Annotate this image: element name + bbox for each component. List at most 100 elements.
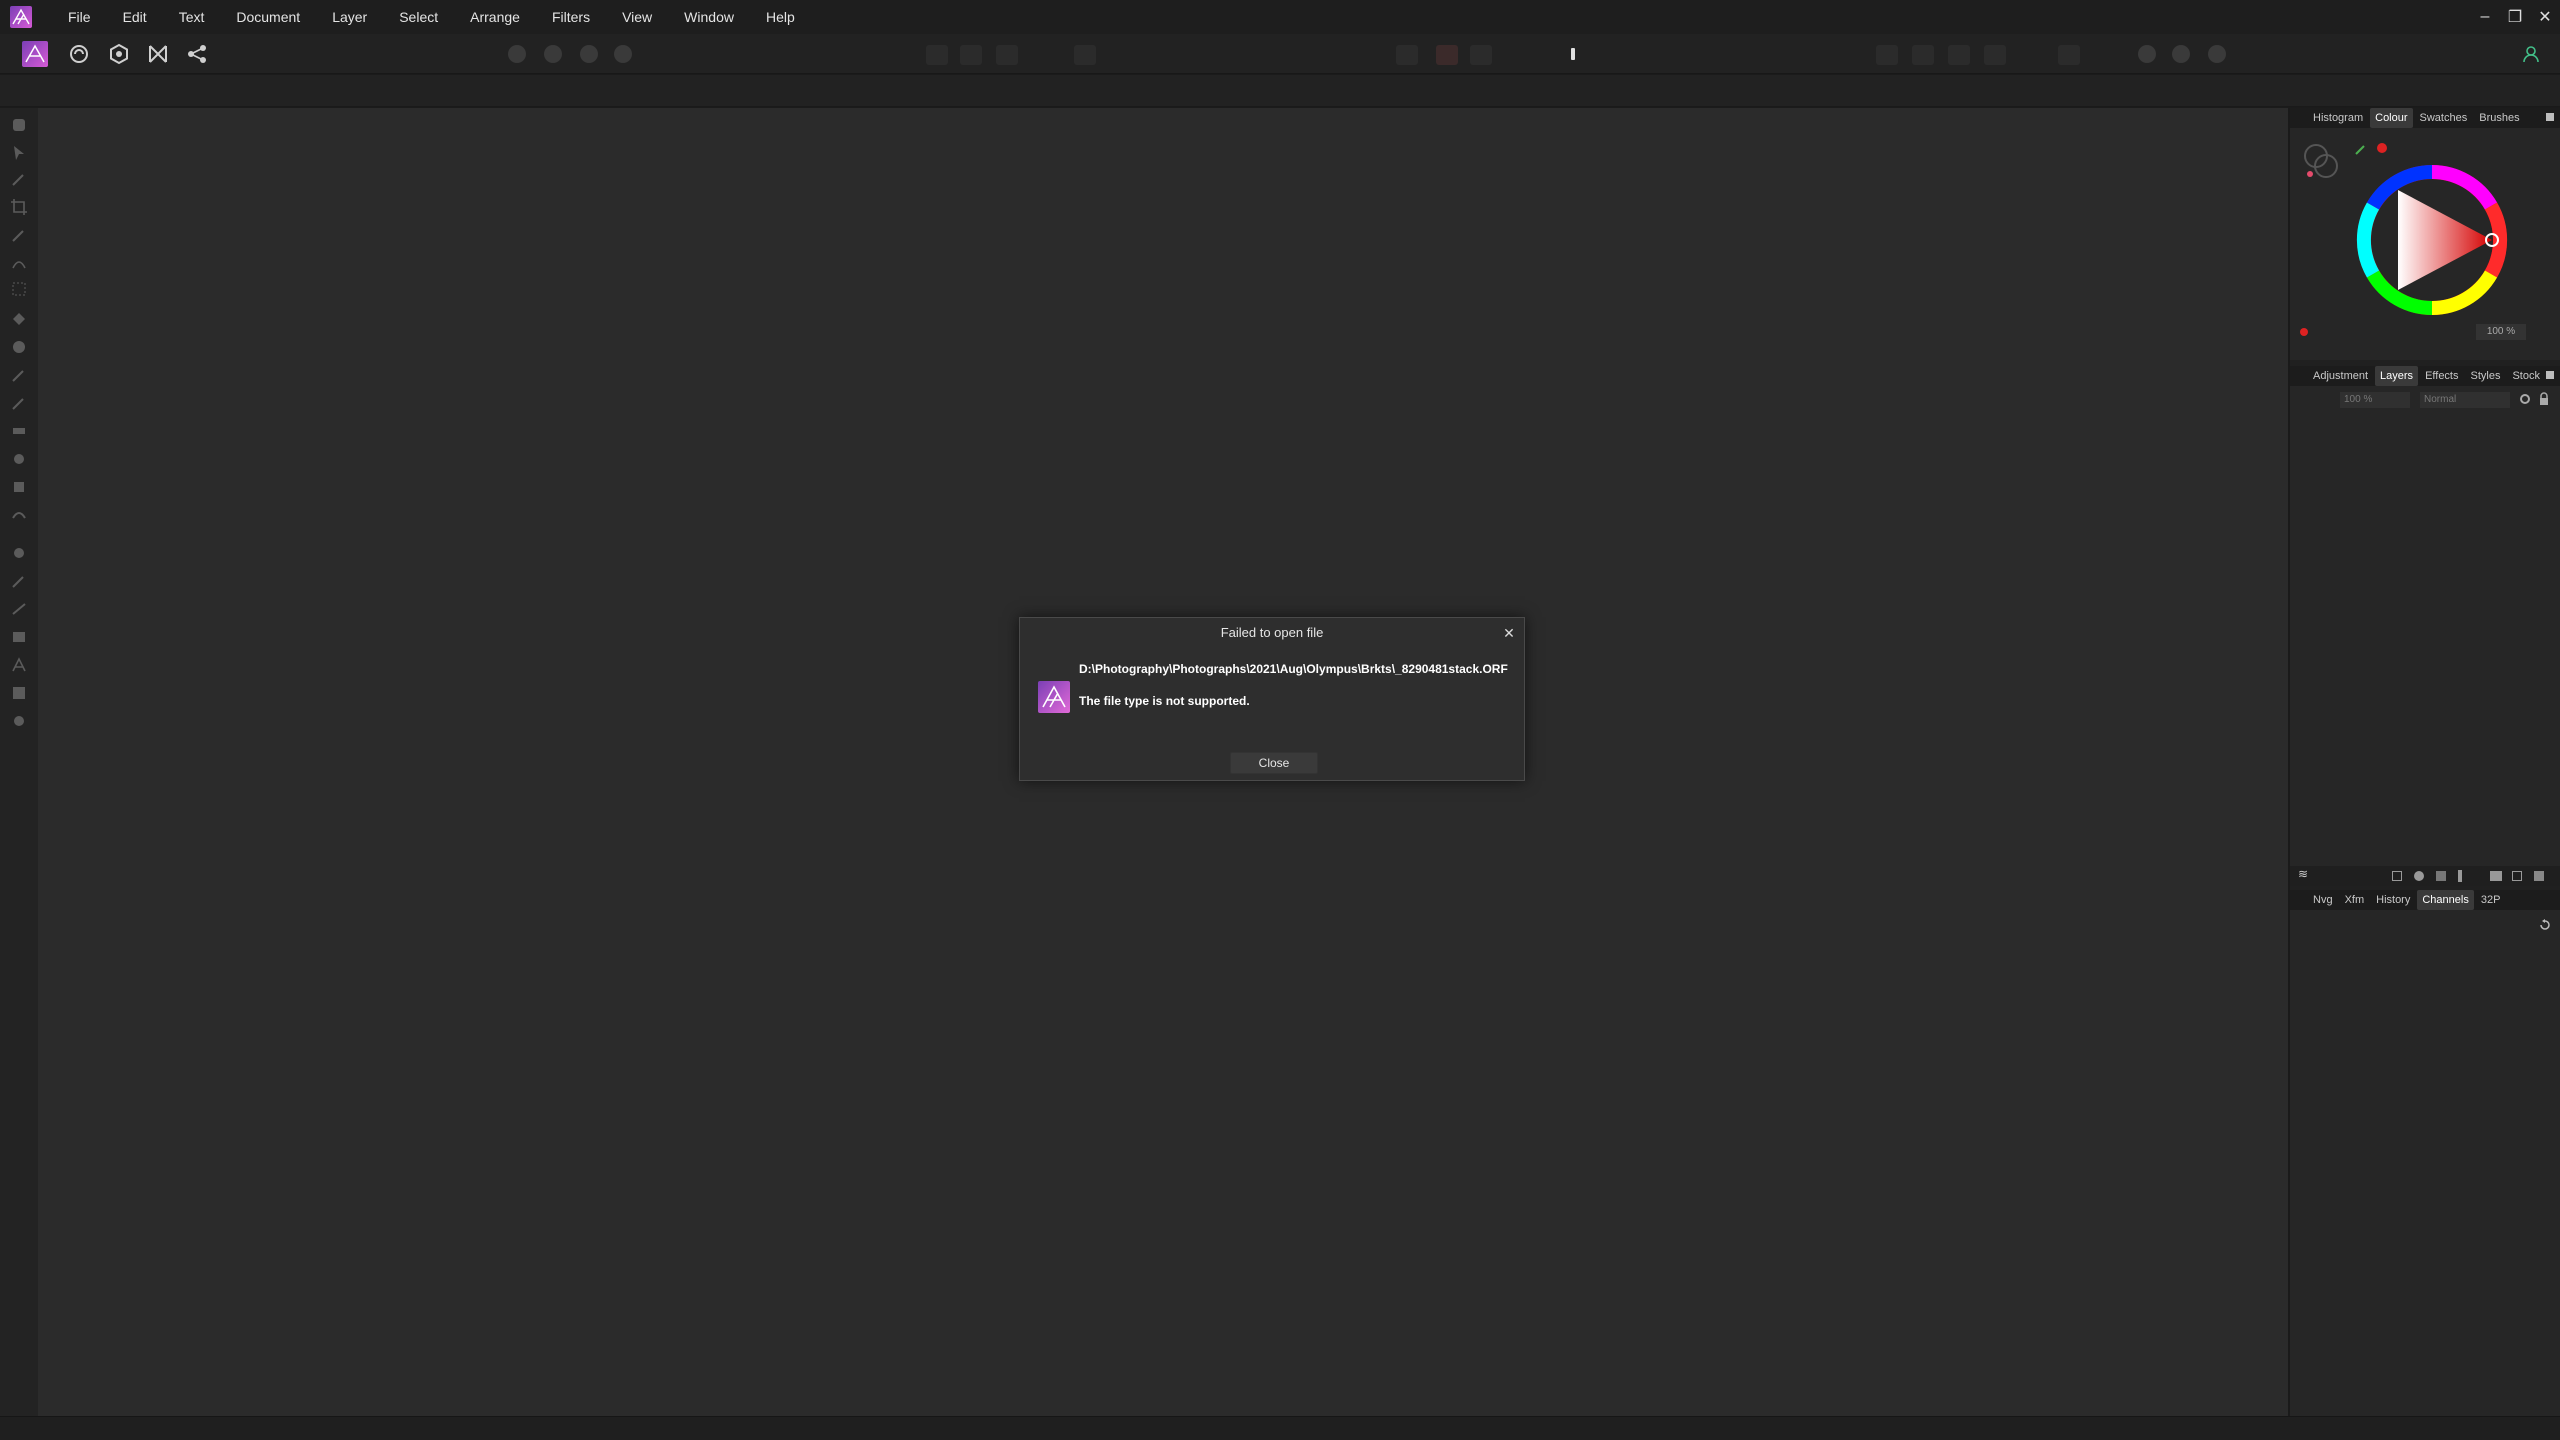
layers-stack-icon[interactable]: ≋ — [2298, 867, 2308, 881]
menu-edit[interactable]: Edit — [107, 0, 163, 34]
eyedropper-icon[interactable] — [2354, 142, 2368, 156]
close-button[interactable]: Close — [1230, 752, 1318, 774]
reset-icon[interactable] — [2538, 918, 2552, 932]
gear-icon[interactable] — [2518, 392, 2532, 406]
assistant-manager-button[interactable] — [1560, 41, 1586, 67]
photo-persona-button[interactable] — [22, 41, 48, 67]
arrange-back-icon[interactable] — [1876, 45, 1898, 65]
tab-colour[interactable]: Colour — [2370, 108, 2413, 128]
pixel-layer-icon[interactable] — [2458, 870, 2462, 882]
selection-brush-tool-icon[interactable] — [10, 226, 28, 244]
tab-histogram[interactable]: Histogram — [2308, 108, 2368, 128]
view-tool-icon[interactable] — [10, 116, 28, 134]
clone-brush-tool-icon[interactable] — [10, 478, 28, 496]
freehand-selection-tool-icon[interactable] — [10, 254, 28, 272]
snapping-icon[interactable] — [1470, 45, 1492, 65]
auto-levels-icon[interactable] — [508, 45, 526, 63]
rectangular-marquee-tool-icon[interactable] — [10, 280, 28, 298]
tab-swatches[interactable]: Swatches — [2415, 108, 2473, 128]
colour-picker-tool-icon[interactable] — [10, 170, 28, 188]
trash-icon[interactable] — [2534, 871, 2544, 881]
tab-brushes[interactable]: Brushes — [2474, 108, 2524, 128]
align-icon[interactable] — [2058, 45, 2080, 65]
colour-opacity-field[interactable]: 100 % — [2476, 324, 2526, 340]
account-button[interactable] — [2518, 41, 2544, 67]
dialog-close-icon[interactable]: ✕ — [1500, 624, 1518, 642]
tab-effects[interactable]: Effects — [2420, 366, 2463, 386]
node-tool-icon[interactable] — [10, 600, 28, 618]
no-fill-icon[interactable] — [2376, 142, 2388, 154]
gradient-tool-icon[interactable] — [10, 338, 28, 356]
boolean-add-icon[interactable] — [2138, 45, 2156, 63]
add-layer-icon[interactable] — [2512, 871, 2522, 881]
arrange-front-icon[interactable] — [1984, 45, 2006, 65]
crop-tool-icon[interactable] — [10, 198, 28, 216]
boolean-intersect-icon[interactable] — [2208, 45, 2226, 63]
tab-layers[interactable]: Layers — [2375, 366, 2419, 386]
tab-channels[interactable]: Channels — [2417, 890, 2474, 910]
menu-layer[interactable]: Layer — [316, 0, 383, 34]
colour-picker-icon[interactable] — [1436, 45, 1458, 65]
menu-document[interactable]: Document — [220, 0, 316, 34]
auto-white-balance-icon[interactable] — [614, 45, 632, 63]
inpainting-brush-tool-icon[interactable] — [10, 506, 28, 524]
tone-mapping-persona-button[interactable] — [145, 41, 171, 67]
erase-brush-tool-icon[interactable] — [10, 394, 28, 412]
blend-mode-select[interactable]: Normal — [2420, 392, 2510, 408]
panel-menu-icon[interactable] — [2546, 113, 2554, 121]
tab-stock[interactable]: Stock — [2507, 366, 2545, 386]
tab-32p[interactable]: 32P — [2476, 890, 2506, 910]
menu-window[interactable]: Window — [668, 0, 750, 34]
red-eye-tool-icon[interactable] — [10, 544, 28, 562]
arrange-forward-icon[interactable] — [1948, 45, 1970, 65]
panel-menu-icon[interactable] — [2546, 371, 2554, 379]
close-window-button[interactable]: ✕ — [2530, 0, 2560, 34]
pen-tool-icon[interactable] — [10, 572, 28, 590]
fill-stroke-wells-icon[interactable] — [2302, 142, 2342, 182]
tab-adjustment[interactable]: Adjustment — [2308, 366, 2373, 386]
restore-button[interactable]: ❐ — [2500, 0, 2530, 34]
menu-view[interactable]: View — [606, 0, 668, 34]
auto-colours-icon[interactable] — [580, 45, 598, 63]
quick-mask-icon[interactable] — [1074, 45, 1096, 65]
group-layers-icon[interactable] — [2490, 871, 2502, 881]
arrange-backward-icon[interactable] — [1912, 45, 1934, 65]
paint-brush-tool-icon[interactable] — [10, 366, 28, 384]
menu-file[interactable]: File — [52, 0, 107, 34]
tab-navigator[interactable]: Nvg — [2308, 890, 2338, 910]
lock-icon[interactable] — [2538, 392, 2550, 406]
auto-contrast-icon[interactable] — [544, 45, 562, 63]
boolean-subtract-icon[interactable] — [2172, 45, 2190, 63]
minimize-button[interactable]: – — [2470, 0, 2500, 34]
menu-help[interactable]: Help — [750, 0, 811, 34]
mask-layer-icon[interactable] — [2392, 871, 2402, 881]
move-tool-icon[interactable] — [10, 144, 28, 162]
develop-persona-button[interactable] — [106, 41, 132, 67]
menu-select[interactable]: Select — [383, 0, 454, 34]
tab-transform[interactable]: Xfm — [2340, 890, 2370, 910]
current-colour-swatch[interactable] — [2300, 328, 2308, 336]
menu-arrange[interactable]: Arrange — [454, 0, 536, 34]
adjustment-layer-icon[interactable] — [2414, 871, 2424, 881]
zoom-tool-icon[interactable] — [10, 712, 28, 730]
tab-styles[interactable]: Styles — [2466, 366, 2506, 386]
affinity-photo-logo-icon[interactable] — [10, 6, 32, 28]
mesh-warp-tool-icon[interactable] — [10, 684, 28, 702]
tab-history[interactable]: History — [2371, 890, 2415, 910]
flood-fill-tool-icon[interactable] — [10, 310, 28, 328]
selection-mode-icon[interactable] — [926, 45, 948, 65]
selection-mode-add-icon[interactable] — [960, 45, 982, 65]
assistant-icon[interactable] — [1396, 45, 1418, 65]
refine-selection-icon[interactable] — [996, 45, 1018, 65]
menu-filters[interactable]: Filters — [536, 0, 606, 34]
liquify-persona-button[interactable] — [66, 41, 92, 67]
smudge-brush-tool-icon[interactable] — [10, 450, 28, 468]
artistic-text-tool-icon[interactable] — [10, 656, 28, 674]
menu-text[interactable]: Text — [163, 0, 221, 34]
dodge-brush-tool-icon[interactable] — [10, 422, 28, 440]
layer-opacity-field[interactable]: 100 % — [2340, 392, 2410, 408]
live-filter-icon[interactable] — [2436, 871, 2446, 881]
export-persona-button[interactable] — [184, 41, 210, 67]
rectangle-tool-icon[interactable] — [10, 628, 28, 646]
colour-wheel[interactable] — [2350, 158, 2514, 322]
